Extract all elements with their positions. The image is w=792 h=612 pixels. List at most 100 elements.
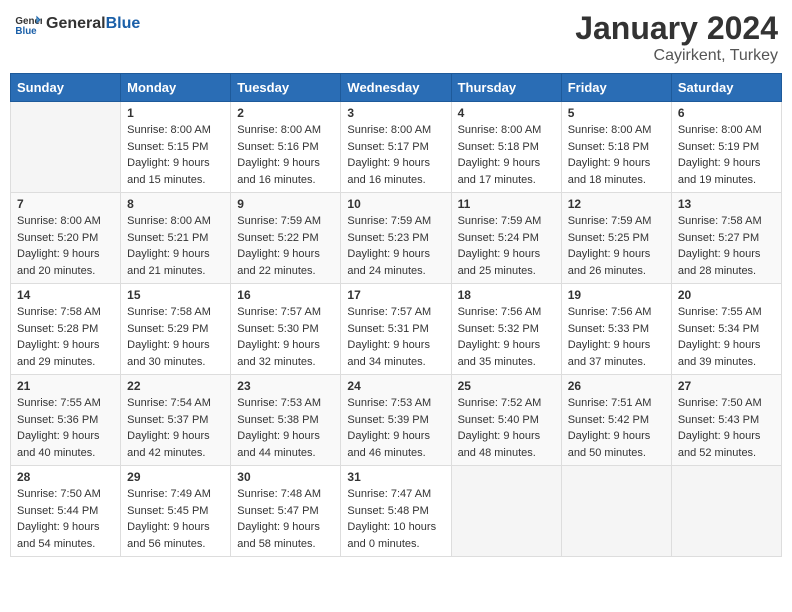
month-title: January 2024 bbox=[575, 10, 778, 47]
day-number: 27 bbox=[678, 379, 775, 393]
day-info: Sunrise: 7:59 AMSunset: 5:24 PMDaylight:… bbox=[458, 213, 555, 279]
calendar-cell: 30 Sunrise: 7:48 AMSunset: 5:47 PMDayligh… bbox=[231, 466, 341, 557]
day-info: Sunrise: 8:00 AMSunset: 5:20 PMDaylight:… bbox=[17, 213, 114, 279]
day-number: 1 bbox=[127, 106, 224, 120]
day-info: Sunrise: 8:00 AMSunset: 5:17 PMDaylight:… bbox=[347, 122, 444, 188]
calendar-cell bbox=[561, 466, 671, 557]
header: General Blue GeneralBlue January 2024 Ca… bbox=[10, 10, 782, 65]
calendar-cell bbox=[671, 466, 781, 557]
day-number: 25 bbox=[458, 379, 555, 393]
day-number: 10 bbox=[347, 197, 444, 211]
calendar-cell: 20Sunrise: 7:55 AMSunset: 5:34 PMDayligh… bbox=[671, 284, 781, 375]
day-number: 16 bbox=[237, 288, 334, 302]
day-number: 28 bbox=[17, 470, 114, 484]
day-info: Sunrise: 7:59 AMSunset: 5:23 PMDaylight:… bbox=[347, 213, 444, 279]
day-info: Sunrise: 8:00 AMSunset: 5:21 PMDaylight:… bbox=[127, 213, 224, 279]
day-number: 2 bbox=[237, 106, 334, 120]
day-header-monday: Monday bbox=[121, 74, 231, 102]
day-number: 24 bbox=[347, 379, 444, 393]
calendar-cell: 18 Sunrise: 7:56 AMSunset: 5:32 PMDayligh… bbox=[451, 284, 561, 375]
day-info: Sunrise: 7:58 AMSunset: 5:27 PMDaylight:… bbox=[678, 213, 775, 279]
day-number: 18 bbox=[458, 288, 555, 302]
week-row-4: 21Sunrise: 7:55 AMSunset: 5:36 PMDayligh… bbox=[11, 375, 782, 466]
calendar-cell: 5Sunrise: 8:00 AMSunset: 5:18 PMDaylight… bbox=[561, 102, 671, 193]
day-info: Sunrise: 7:49 AMSunset: 5:45 PMDaylight:… bbox=[127, 486, 224, 552]
day-info: Sunrise: 7:57 AMSunset: 5:30 PMDaylight:… bbox=[237, 304, 334, 370]
day-info: Sunrise: 7:51 AMSunset: 5:42 PMDaylight:… bbox=[568, 395, 665, 461]
day-number: 7 bbox=[17, 197, 114, 211]
day-info: Sunrise: 7:58 AMSunset: 5:29 PMDaylight:… bbox=[127, 304, 224, 370]
day-info: Sunrise: 7:53 AMSunset: 5:38 PMDaylight:… bbox=[237, 395, 334, 461]
logo-icon: General Blue bbox=[14, 10, 42, 38]
calendar-cell: 29 Sunrise: 7:49 AMSunset: 5:45 PMDayligh… bbox=[121, 466, 231, 557]
calendar-cell: 2 Sunrise: 8:00 AMSunset: 5:16 PMDaylight… bbox=[231, 102, 341, 193]
day-info: Sunrise: 7:54 AMSunset: 5:37 PMDaylight:… bbox=[127, 395, 224, 461]
day-info: Sunrise: 7:48 AMSunset: 5:47 PMDaylight:… bbox=[237, 486, 334, 552]
calendar-cell: 21Sunrise: 7:55 AMSunset: 5:36 PMDayligh… bbox=[11, 375, 121, 466]
day-number: 4 bbox=[458, 106, 555, 120]
svg-text:Blue: Blue bbox=[15, 26, 37, 37]
calendar-cell: 6 Sunrise: 8:00 AMSunset: 5:19 PMDaylight… bbox=[671, 102, 781, 193]
day-number: 5 bbox=[568, 106, 665, 120]
calendar-cell: 10 Sunrise: 7:59 AMSunset: 5:23 PMDayligh… bbox=[341, 193, 451, 284]
day-number: 12 bbox=[568, 197, 665, 211]
day-info: Sunrise: 8:00 AMSunset: 5:16 PMDaylight:… bbox=[237, 122, 334, 188]
day-number: 26 bbox=[568, 379, 665, 393]
day-header-saturday: Saturday bbox=[671, 74, 781, 102]
day-info: Sunrise: 7:57 AMSunset: 5:31 PMDaylight:… bbox=[347, 304, 444, 370]
calendar-table: SundayMondayTuesdayWednesdayThursdayFrid… bbox=[10, 73, 782, 557]
day-info: Sunrise: 7:59 AMSunset: 5:25 PMDaylight:… bbox=[568, 213, 665, 279]
calendar-cell: 19 Sunrise: 7:56 AMSunset: 5:33 PMDayligh… bbox=[561, 284, 671, 375]
calendar-cell: 15Sunrise: 7:58 AMSunset: 5:29 PMDayligh… bbox=[121, 284, 231, 375]
location-title: Cayirkent, Turkey bbox=[575, 47, 778, 65]
day-number: 22 bbox=[127, 379, 224, 393]
day-number: 29 bbox=[127, 470, 224, 484]
day-number: 17 bbox=[347, 288, 444, 302]
week-row-2: 7 Sunrise: 8:00 AMSunset: 5:20 PMDaylight… bbox=[11, 193, 782, 284]
calendar-cell bbox=[451, 466, 561, 557]
days-header-row: SundayMondayTuesdayWednesdayThursdayFrid… bbox=[11, 74, 782, 102]
day-info: Sunrise: 7:53 AMSunset: 5:39 PMDaylight:… bbox=[347, 395, 444, 461]
logo-text: GeneralBlue bbox=[46, 15, 140, 33]
day-number: 3 bbox=[347, 106, 444, 120]
title-area: January 2024 Cayirkent, Turkey bbox=[575, 10, 778, 65]
calendar-cell: 3 Sunrise: 8:00 AMSunset: 5:17 PMDaylight… bbox=[341, 102, 451, 193]
day-number: 30 bbox=[237, 470, 334, 484]
calendar-cell: 1Sunrise: 8:00 AMSunset: 5:15 PMDaylight… bbox=[121, 102, 231, 193]
day-info: Sunrise: 8:00 AMSunset: 5:19 PMDaylight:… bbox=[678, 122, 775, 188]
day-number: 19 bbox=[568, 288, 665, 302]
day-number: 23 bbox=[237, 379, 334, 393]
calendar-cell: 23 Sunrise: 7:53 AMSunset: 5:38 PMDayligh… bbox=[231, 375, 341, 466]
day-header-tuesday: Tuesday bbox=[231, 74, 341, 102]
day-header-friday: Friday bbox=[561, 74, 671, 102]
day-info: Sunrise: 7:55 AMSunset: 5:34 PMDaylight:… bbox=[678, 304, 775, 370]
day-number: 13 bbox=[678, 197, 775, 211]
day-info: Sunrise: 7:56 AMSunset: 5:32 PMDaylight:… bbox=[458, 304, 555, 370]
calendar-cell: 16 Sunrise: 7:57 AMSunset: 5:30 PMDayligh… bbox=[231, 284, 341, 375]
calendar-cell: 27 Sunrise: 7:50 AMSunset: 5:43 PMDayligh… bbox=[671, 375, 781, 466]
day-header-wednesday: Wednesday bbox=[341, 74, 451, 102]
calendar-cell bbox=[11, 102, 121, 193]
day-info: Sunrise: 7:52 AMSunset: 5:40 PMDaylight:… bbox=[458, 395, 555, 461]
day-number: 14 bbox=[17, 288, 114, 302]
day-number: 9 bbox=[237, 197, 334, 211]
calendar-cell: 31Sunrise: 7:47 AMSunset: 5:48 PMDayligh… bbox=[341, 466, 451, 557]
calendar-cell: 22 Sunrise: 7:54 AMSunset: 5:37 PMDayligh… bbox=[121, 375, 231, 466]
day-info: Sunrise: 7:59 AMSunset: 5:22 PMDaylight:… bbox=[237, 213, 334, 279]
day-number: 31 bbox=[347, 470, 444, 484]
day-header-thursday: Thursday bbox=[451, 74, 561, 102]
day-header-sunday: Sunday bbox=[11, 74, 121, 102]
day-info: Sunrise: 7:50 AMSunset: 5:43 PMDaylight:… bbox=[678, 395, 775, 461]
day-info: Sunrise: 7:55 AMSunset: 5:36 PMDaylight:… bbox=[17, 395, 114, 461]
day-info: Sunrise: 7:56 AMSunset: 5:33 PMDaylight:… bbox=[568, 304, 665, 370]
day-number: 11 bbox=[458, 197, 555, 211]
week-row-3: 14Sunrise: 7:58 AMSunset: 5:28 PMDayligh… bbox=[11, 284, 782, 375]
calendar-cell: 28 Sunrise: 7:50 AMSunset: 5:44 PMDayligh… bbox=[11, 466, 121, 557]
day-number: 6 bbox=[678, 106, 775, 120]
logo: General Blue GeneralBlue bbox=[14, 10, 140, 38]
calendar-cell: 7 Sunrise: 8:00 AMSunset: 5:20 PMDaylight… bbox=[11, 193, 121, 284]
calendar-cell: 4Sunrise: 8:00 AMSunset: 5:18 PMDaylight… bbox=[451, 102, 561, 193]
calendar-cell: 24 Sunrise: 7:53 AMSunset: 5:39 PMDayligh… bbox=[341, 375, 451, 466]
calendar-cell: 11 Sunrise: 7:59 AMSunset: 5:24 PMDayligh… bbox=[451, 193, 561, 284]
day-info: Sunrise: 7:50 AMSunset: 5:44 PMDaylight:… bbox=[17, 486, 114, 552]
